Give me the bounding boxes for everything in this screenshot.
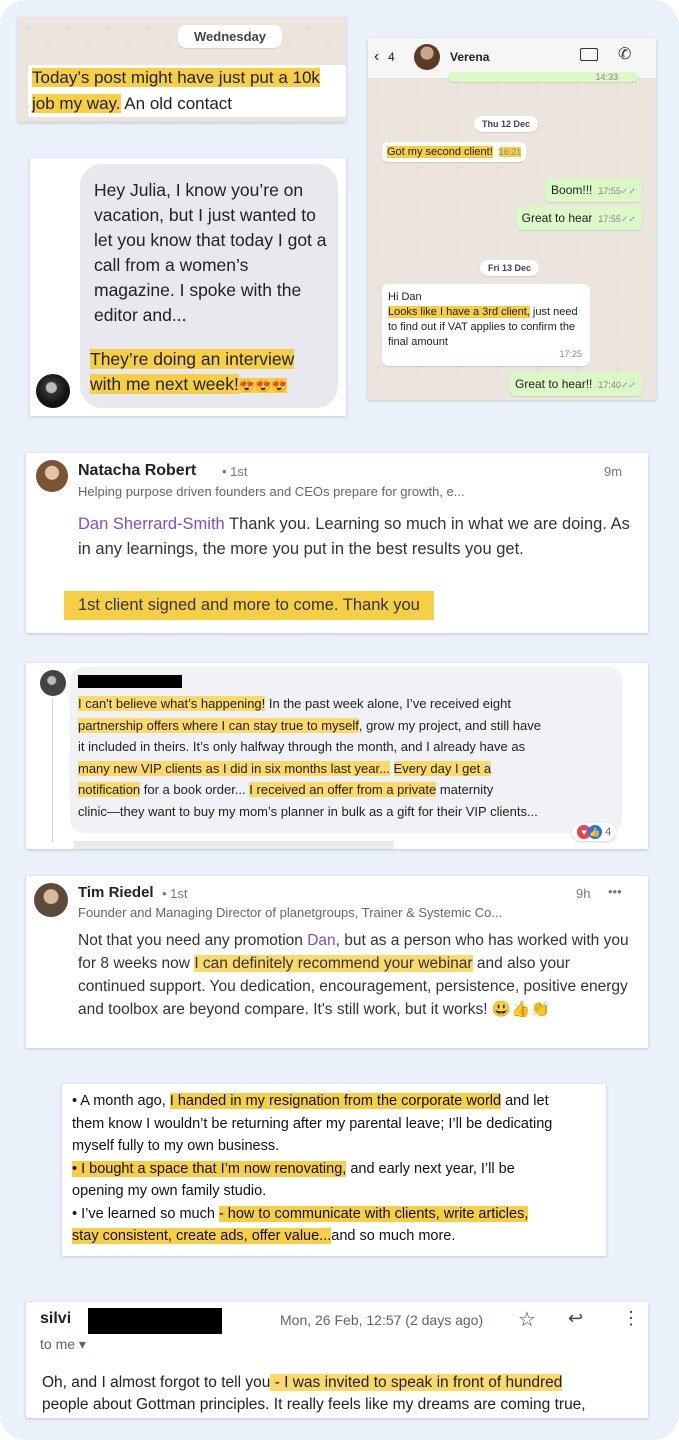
avatar [36,374,70,408]
comment-text: I can't believe what’s happening! In the… [78,696,541,819]
whatsapp-snippet-card: Wednesday Today’s post might have just p… [18,17,346,122]
email-card: silvi Mon, 26 Feb, 12:57 (2 days ago) ☆ … [26,1302,648,1418]
message-body: Hey Julia, I know you’re on vacation, bu… [94,180,327,325]
message-rest: An old contact [124,94,233,113]
comment-highlight: 1st client signed and more to come. Than… [64,591,434,620]
email-date: Mon, 26 Feb, 12:57 (2 days ago) [280,1312,484,1328]
recipient-dropdown[interactable]: to me ▾ [40,1336,86,1353]
redacted-name [78,675,182,688]
more-options-icon[interactable]: ••• [608,884,622,899]
linkedin-comment-tim: Tim Riedel • 1st 9h ••• Founder and Mana… [26,876,648,1048]
whatsapp-verena-card: ‹ 4 Verena ✆ 14:33 Thu 12 Dec Got my sec… [368,38,656,400]
message-boom: Boom!!! 17:55✓✓ [545,178,642,202]
message-highlight: They’re doing an interview with me next … [90,349,295,394]
comment-text: Not that you need any promotion Dan, but… [78,932,629,1018]
like-reaction-icon: 👍 [588,825,602,840]
read-ticks-icon: ✓✓ [620,186,636,196]
reply-bar [74,841,394,849]
commenter-name[interactable]: Tim Riedel [78,884,154,901]
thread-line [52,699,53,843]
avatar[interactable] [34,883,68,917]
read-ticks-icon: ✓✓ [620,214,636,224]
avatar[interactable] [36,460,68,492]
comment-text: Dan Sherrard-Smith Thank you. Learning s… [78,515,630,558]
contact-name[interactable]: Verena [450,50,489,64]
bullet-list-card: • A month ago, I handed in my resignatio… [62,1084,606,1256]
heart-eyes-icon: 😍😍😍 [238,378,288,393]
message-text: Today’s post might have just put a 10k j… [28,65,346,117]
emoji-reactions: 😃👍👏 [491,1001,550,1018]
message-great-to-hear-2: Great to hear!! 17:40✓✓ [509,372,642,396]
sender-name[interactable]: silvi [40,1310,71,1328]
back-chevron-icon[interactable]: ‹ [374,48,379,66]
bullet-text: • A month ago, I handed in my resignatio… [72,1093,553,1244]
avatar[interactable] [40,670,66,696]
date-pill: Wednesday [178,25,283,48]
linkedin-comment-natacha: Natacha Robert • 1st 9m Helping purpose … [26,453,648,633]
connection-degree: • 1st [162,886,188,901]
mention-link[interactable]: Dan Sherrard-Smith [78,515,225,533]
reactions-badge[interactable]: ♥ 👍 4 [572,823,617,841]
mention-link[interactable]: Dan [307,932,335,949]
message-bubble: Hey Julia, I know you’re on vacation, bu… [80,164,338,408]
star-icon[interactable]: ☆ [518,1307,536,1332]
message-third-client: Hi Dan Looks like I have a 3rd client, j… [382,284,590,366]
testimonial-collage: { "chat1": { "day": "Wednesday", "hl": "… [0,0,679,1440]
video-call-icon[interactable] [580,48,598,61]
email-body: Oh, and I almost forgot to tell you - I … [42,1374,586,1413]
headline: Helping purpose driven founders and CEOs… [78,484,465,499]
more-vert-icon[interactable]: ⋮ [622,1308,640,1329]
reaction-count: 4 [605,826,612,838]
reply-icon[interactable]: ↩ [568,1308,583,1329]
connection-degree: • 1st [222,464,248,479]
message-great-to-hear: Great to hear 17:55✓✓ [515,206,642,230]
message-julia-card: Hey Julia, I know you’re on vacation, bu… [30,158,346,416]
headline: Founder and Managing Director of planetg… [78,905,503,920]
facebook-comment-card: I can't believe what’s happening! In the… [26,663,648,849]
comment-time: 9m [604,464,623,479]
phone-icon[interactable]: ✆ [618,44,631,64]
unread-count: 4 [388,50,395,64]
message-second-client: Got my second client! 16:21 [382,142,527,162]
cut-off-message: 14:33 [448,72,638,82]
date-pill: Fri 13 Dec [480,260,540,276]
commenter-name[interactable]: Natacha Robert [78,462,196,480]
redacted-sender [88,1308,222,1334]
avatar[interactable] [414,44,440,70]
date-pill: Thu 12 Dec [474,116,539,132]
comment-time: 9h [576,886,591,901]
read-ticks-icon: ✓✓ [620,380,636,390]
